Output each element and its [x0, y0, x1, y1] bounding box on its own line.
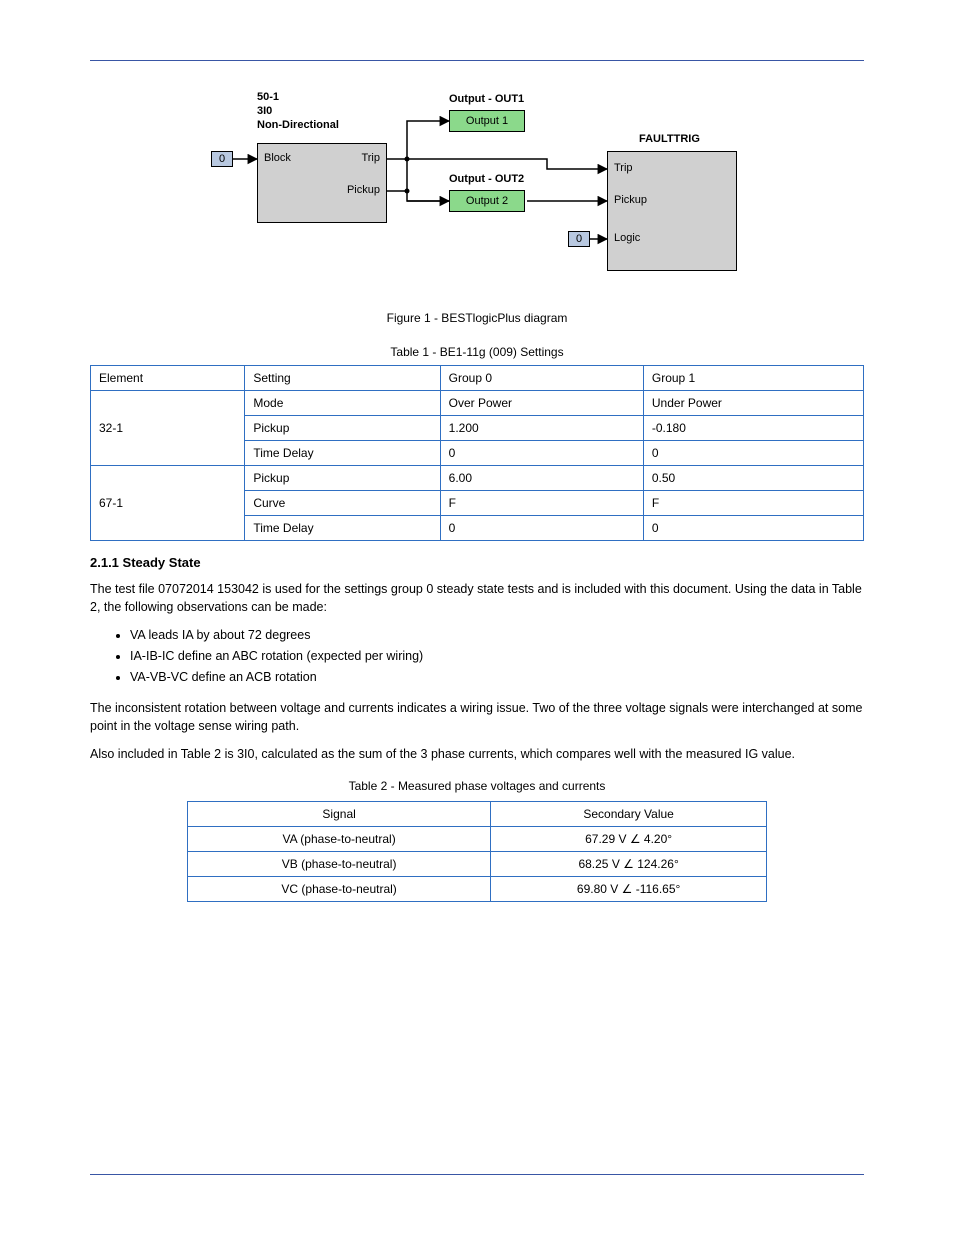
const-zero-1: 0 — [211, 151, 233, 167]
list-item: VA leads IA by about 72 degrees — [130, 626, 864, 645]
document-page: 50-1 3I0 Non-Directional Block Trip Pick… — [0, 0, 954, 1235]
port-block: Block — [264, 152, 291, 164]
cell: Pickup — [245, 466, 440, 491]
cell-element: 32-1 — [91, 391, 245, 466]
list-item: IA-IB-IC define an ABC rotation (expecte… — [130, 647, 864, 666]
table-row: VA (phase-to-neutral) 67.29 V ∠ 4.20° — [188, 826, 767, 851]
table2-title: Table 2 - Measured phase voltages and cu… — [90, 779, 864, 793]
cell: VC (phase-to-neutral) — [188, 876, 491, 901]
paragraph: The test file 07072014 153042 is used fo… — [90, 580, 864, 616]
out2-box: Output 2 — [449, 190, 525, 212]
cell: Time Delay — [245, 441, 440, 466]
cell: 67.29 V ∠ 4.20° — [491, 826, 767, 851]
top-rule — [90, 60, 864, 61]
cell: 0 — [440, 516, 643, 541]
block-50-header: 50-1 3I0 Non-Directional — [257, 91, 339, 132]
cell: VB (phase-to-neutral) — [188, 851, 491, 876]
paragraph: The inconsistent rotation between voltag… — [90, 699, 864, 735]
cell: 6.00 — [440, 466, 643, 491]
block-faulttrig: Trip Pickup Logic — [607, 151, 737, 271]
diagram-area: 50-1 3I0 Non-Directional Block Trip Pick… — [90, 81, 864, 301]
paragraph: Also included in Table 2 is 3I0, calcula… — [90, 745, 864, 763]
fault-port-logic: Logic — [614, 232, 640, 244]
cell: Over Power — [440, 391, 643, 416]
col-group1: Group 1 — [643, 366, 863, 391]
col-value: Secondary Value — [491, 801, 767, 826]
cell: Pickup — [245, 416, 440, 441]
cell: Time Delay — [245, 516, 440, 541]
measured-table: Signal Secondary Value VA (phase-to-neut… — [187, 801, 767, 902]
col-signal: Signal — [188, 801, 491, 826]
table-row: 67-1 Pickup 6.00 0.50 — [91, 466, 864, 491]
const-zero-2: 0 — [568, 231, 590, 247]
cell: F — [440, 491, 643, 516]
col-element: Element — [91, 366, 245, 391]
cell: 0 — [643, 516, 863, 541]
settings-table: Element Setting Group 0 Group 1 32-1 Mod… — [90, 365, 864, 541]
out2-header: Output - OUT2 — [449, 173, 524, 185]
block-50: Block Trip Pickup — [257, 143, 387, 223]
out1-label: Output 1 — [466, 115, 508, 127]
table-row: VC (phase-to-neutral) 69.80 V ∠ -116.65° — [188, 876, 767, 901]
block-50-line2: 3I0 — [257, 105, 272, 117]
cell: 0 — [643, 441, 863, 466]
cell: 0.50 — [643, 466, 863, 491]
figure-caption: Figure 1 - BESTlogicPlus diagram — [90, 311, 864, 325]
cell: 68.25 V ∠ 124.26° — [491, 851, 767, 876]
table-row: 32-1 Mode Over Power Under Power — [91, 391, 864, 416]
cell: Curve — [245, 491, 440, 516]
cell: Mode — [245, 391, 440, 416]
cell: 69.80 V ∠ -116.65° — [491, 876, 767, 901]
col-group0: Group 0 — [440, 366, 643, 391]
cell: F — [643, 491, 863, 516]
cell: -0.180 — [643, 416, 863, 441]
block-50-line3: Non-Directional — [257, 119, 339, 131]
block-50-line1: 50-1 — [257, 91, 279, 103]
port-pickup: Pickup — [347, 184, 380, 196]
list-item: VA-VB-VC define an ACB rotation — [130, 668, 864, 687]
port-trip: Trip — [361, 152, 380, 164]
const-zero-1-label: 0 — [219, 153, 225, 165]
fault-port-pickup: Pickup — [614, 194, 647, 206]
out1-box: Output 1 — [449, 110, 525, 132]
table1-title: Table 1 - BE1-11g (009) Settings — [90, 345, 864, 359]
faulttrig-header: FAULTTRIG — [639, 133, 700, 147]
out2-label: Output 2 — [466, 195, 508, 207]
cell: Under Power — [643, 391, 863, 416]
section-heading-211: 2.1.1 Steady State — [90, 555, 864, 570]
fault-port-trip: Trip — [614, 162, 633, 174]
bullet-list: VA leads IA by about 72 degrees IA-IB-IC… — [90, 626, 864, 686]
bottom-rule — [90, 1174, 864, 1175]
table-row: VB (phase-to-neutral) 68.25 V ∠ 124.26° — [188, 851, 767, 876]
out1-header: Output - OUT1 — [449, 93, 524, 105]
table-header-row: Element Setting Group 0 Group 1 — [91, 366, 864, 391]
col-setting: Setting — [245, 366, 440, 391]
const-zero-2-label: 0 — [576, 233, 582, 245]
cell: 0 — [440, 441, 643, 466]
table-header-row: Signal Secondary Value — [188, 801, 767, 826]
cell: 1.200 — [440, 416, 643, 441]
cell-element: 67-1 — [91, 466, 245, 541]
cell: VA (phase-to-neutral) — [188, 826, 491, 851]
logic-diagram: 50-1 3I0 Non-Directional Block Trip Pick… — [197, 81, 757, 301]
